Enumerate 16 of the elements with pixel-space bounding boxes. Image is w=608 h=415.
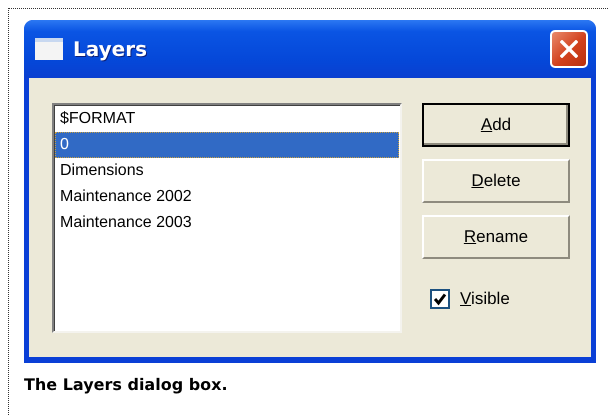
list-item[interactable]: Maintenance 2002 [55,184,399,210]
dialog-button[interactable]: Rename [422,215,570,259]
close-icon [560,40,578,58]
list-item[interactable]: 0 [55,132,399,158]
list-item[interactable]: $FORMAT [55,106,399,132]
window-icon [35,38,63,60]
dialog-button[interactable]: Add [422,103,570,147]
dialog-button[interactable]: Delete [422,159,570,203]
close-button[interactable] [550,30,588,68]
checkbox-label[interactable]: Visible [460,289,510,309]
layer-list[interactable]: $FORMAT 0 Dimensions Maintenance 2002 Maintenance 2003 [52,103,402,333]
window-title: Layers [73,37,148,61]
figure-caption: The Layers dialog box. [24,375,229,394]
visible-checkbox[interactable] [430,289,450,309]
list-item[interactable]: Dimensions [55,158,399,184]
list-item[interactable]: Maintenance 2003 [55,210,399,236]
